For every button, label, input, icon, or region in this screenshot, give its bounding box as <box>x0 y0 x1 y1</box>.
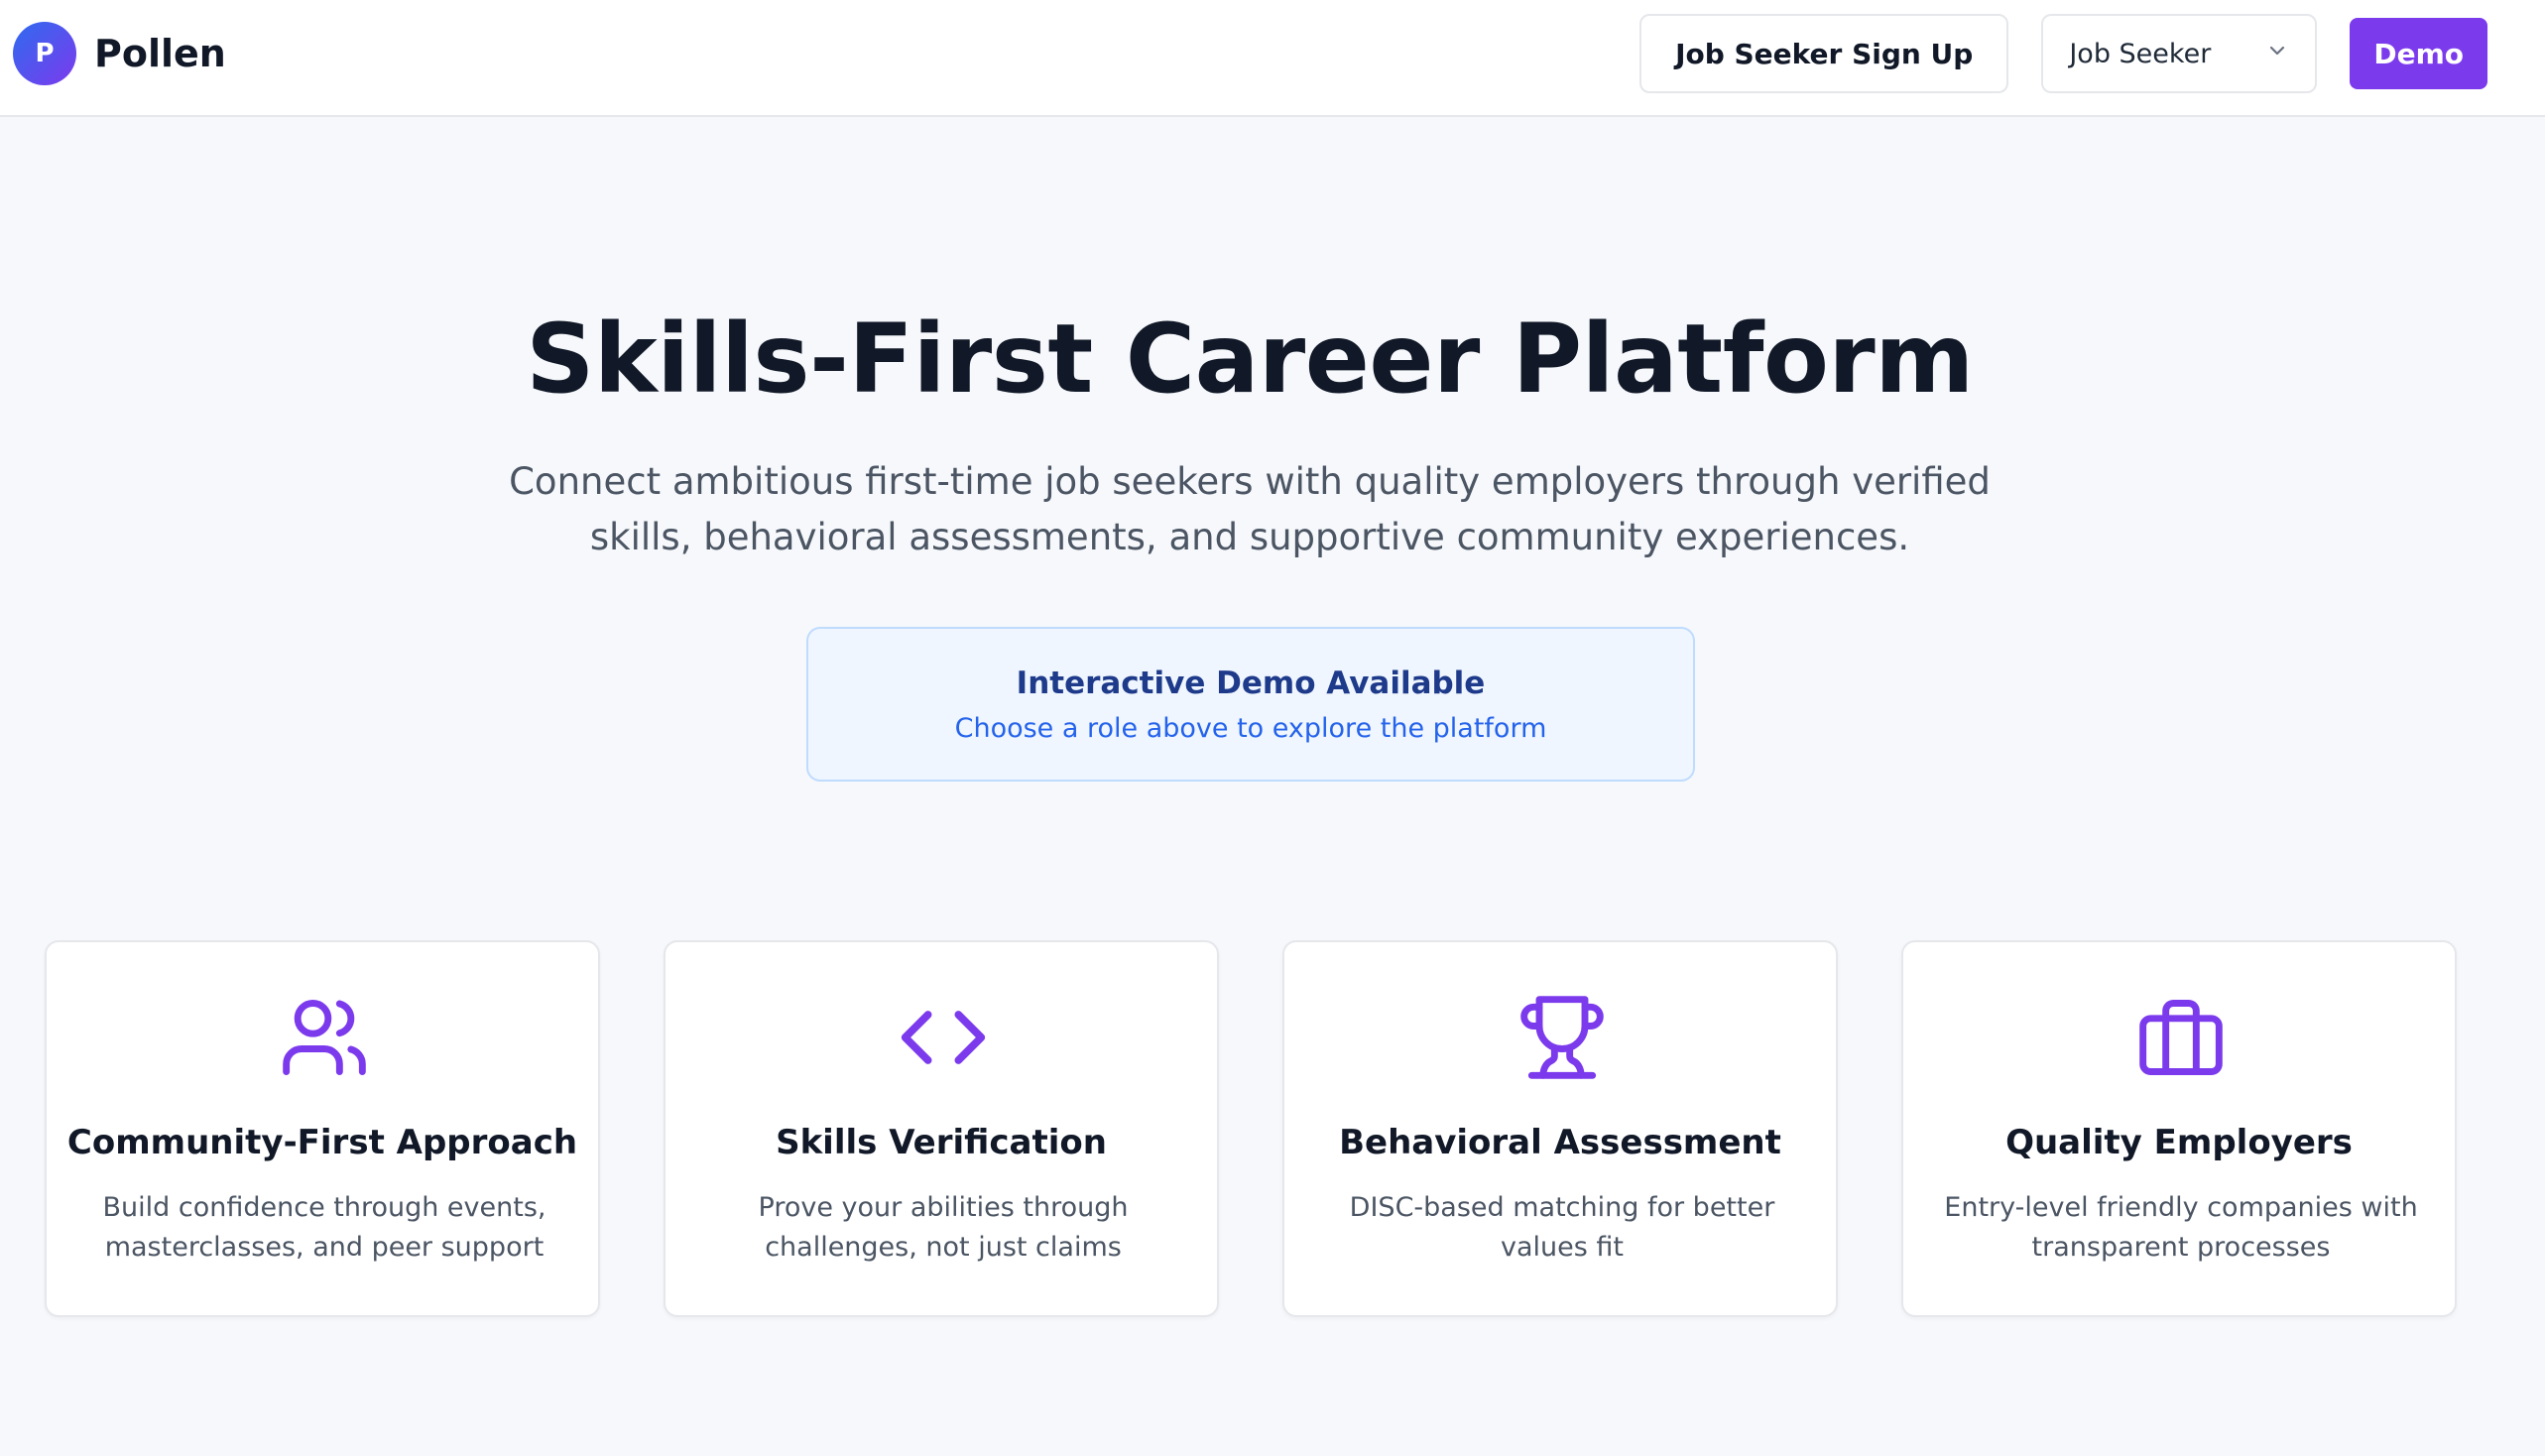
hero-title: Skills-First Career Platform <box>526 303 1974 415</box>
feature-card-employers: Quality Employers Entry-level friendly c… <box>1901 940 2457 1317</box>
briefcase-icon <box>2135 992 2227 1083</box>
feature-description: Prove your abilities through challenges,… <box>758 1192 1129 1263</box>
hero-subtitle: Connect ambitious first-time job seekers… <box>509 460 1991 558</box>
top-navbar: P Pollen Job Seeker Sign Up Job Seeker D… <box>0 0 2545 117</box>
feature-cards: Community-First Approach Build confidenc… <box>45 940 2457 1317</box>
feature-card-behavioral: Behavioral Assessment DISC-based matchin… <box>1282 940 1838 1317</box>
pollen-logo[interactable]: P <box>13 22 76 85</box>
feature-description: Build confidence through events, masterc… <box>102 1192 546 1263</box>
job-seeker-signup-button[interactable]: Job Seeker Sign Up <box>1639 14 2009 93</box>
demo-button[interactable]: Demo <box>2350 18 2487 89</box>
role-select-value: Job Seeker <box>2069 38 2212 69</box>
demo-notice-description: Choose a role above to explore the platf… <box>954 712 1547 744</box>
feature-title: Quality Employers <box>2005 1123 2353 1162</box>
chevron-down-icon <box>2265 39 2289 69</box>
feature-title: Skills Verification <box>776 1123 1107 1162</box>
brand-name[interactable]: Pollen <box>94 32 226 75</box>
trophy-icon <box>1516 992 1608 1083</box>
demo-notice: Interactive Demo Available Choose a role… <box>806 627 1695 782</box>
feature-description: Entry-level friendly companies with tran… <box>1944 1192 2418 1263</box>
feature-card-community: Community-First Approach Build confidenc… <box>45 940 600 1317</box>
feature-card-skills: Skills Verification Prove your abilities… <box>664 940 1219 1317</box>
demo-notice-title: Interactive Demo Available <box>1016 665 1486 701</box>
feature-title: Community-First Approach <box>66 1123 578 1162</box>
brand[interactable]: P Pollen <box>13 22 226 85</box>
role-select[interactable]: Job Seeker <box>2041 14 2318 93</box>
users-icon <box>279 992 370 1083</box>
nav-actions: Job Seeker Sign Up Job Seeker Demo <box>1639 14 2487 93</box>
feature-title: Behavioral Assessment <box>1339 1123 1781 1162</box>
code-icon <box>898 992 989 1083</box>
feature-description: DISC-based matching for better values fi… <box>1349 1192 1775 1263</box>
